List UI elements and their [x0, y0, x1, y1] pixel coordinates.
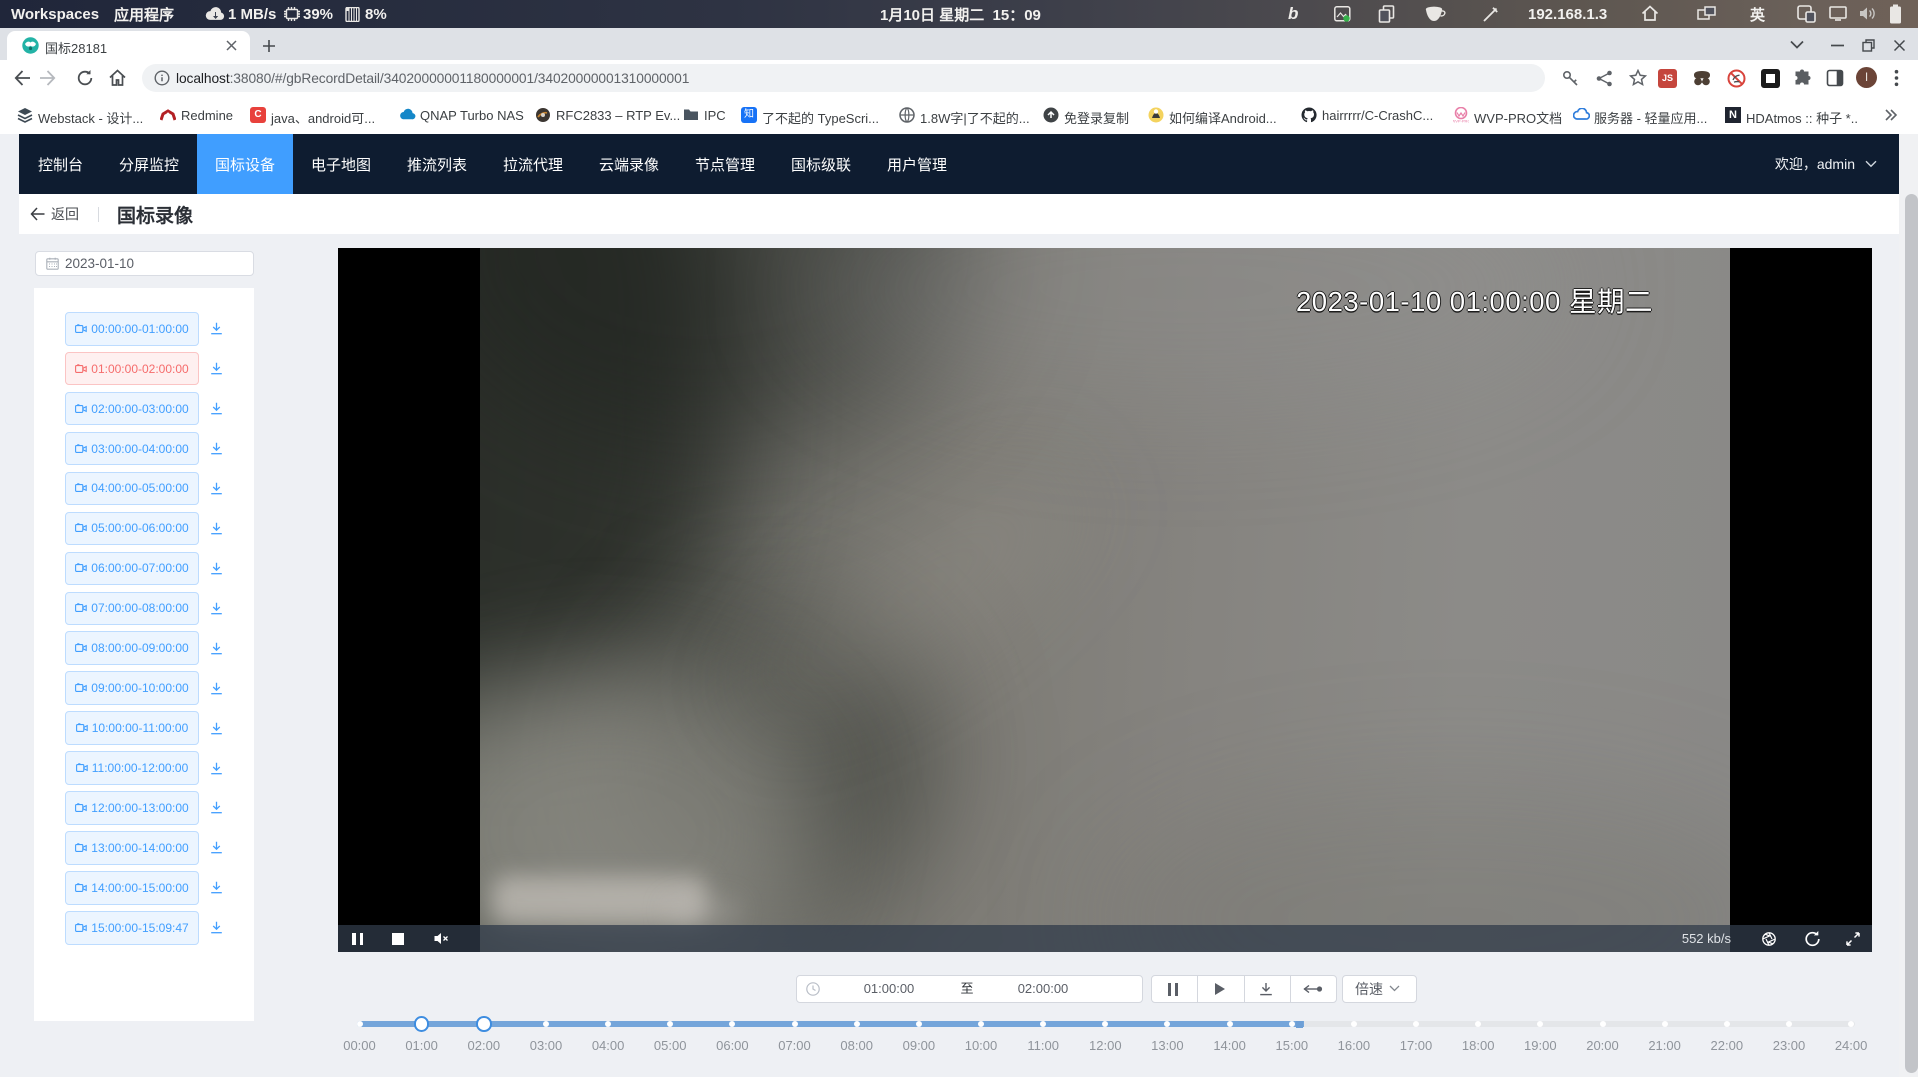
svg-text:WVP-PRO: WVP-PRO: [1453, 119, 1469, 124]
